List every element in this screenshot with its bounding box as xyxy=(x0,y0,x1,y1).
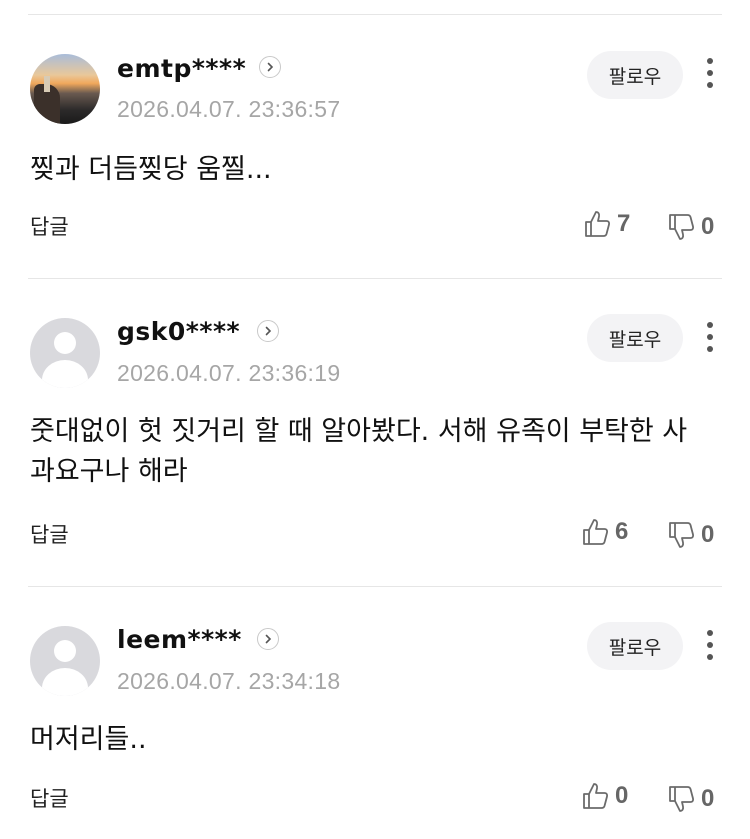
avatar-photo-lighthouse xyxy=(44,76,50,92)
more-vertical-icon[interactable] xyxy=(702,56,718,90)
comment-text: 찢과 더듬찢당 움찔... xyxy=(30,154,272,185)
more-vertical-icon[interactable] xyxy=(702,320,718,354)
like-button[interactable]: 7 xyxy=(583,207,630,241)
avatar[interactable] xyxy=(30,626,100,696)
dislike-count: 0 xyxy=(701,785,715,812)
like-button[interactable]: 6 xyxy=(581,515,628,549)
avatar[interactable] xyxy=(30,54,100,124)
chevron-right-icon[interactable] xyxy=(257,320,279,342)
comment-username[interactable]: gsk0**** xyxy=(117,317,240,346)
comment-timestamp: 2026.04.07. 23:36:19 xyxy=(117,360,341,386)
comment-text: 줏대없이 헛 짓거리 할 때 알아봤다. 서해 유족이 부탁한 사과요구나 해라 xyxy=(30,416,688,487)
follow-button[interactable]: 팔로우 xyxy=(587,51,683,99)
reply-button[interactable]: 답글 xyxy=(30,783,69,813)
more-vertical-icon[interactable] xyxy=(702,628,718,662)
avatar[interactable] xyxy=(30,318,100,388)
thumbs-down-icon xyxy=(669,214,695,240)
chevron-right-icon[interactable] xyxy=(259,56,281,78)
follow-button[interactable]: 팔로우 xyxy=(587,314,683,362)
dislike-count: 0 xyxy=(701,521,715,548)
avatar-default-head xyxy=(54,332,76,354)
comment-username[interactable]: emtp**** xyxy=(117,54,246,83)
thumbs-up-icon xyxy=(583,783,609,809)
like-count: 0 xyxy=(615,782,629,809)
comment-text: 머저리들.. xyxy=(30,724,147,755)
follow-button[interactable]: 팔로우 xyxy=(587,622,683,670)
top-divider xyxy=(28,14,722,15)
dislike-button[interactable]: 0 xyxy=(667,782,714,816)
comment-divider xyxy=(28,586,722,587)
thumbs-down-icon xyxy=(669,786,695,812)
comment-username[interactable]: leem**** xyxy=(117,625,242,654)
reply-button[interactable]: 답글 xyxy=(30,211,69,241)
avatar-default-body xyxy=(42,360,88,388)
comment-timestamp: 2026.04.07. 23:36:57 xyxy=(117,96,341,122)
dislike-button[interactable]: 0 xyxy=(667,210,714,244)
dislike-button[interactable]: 0 xyxy=(667,518,714,552)
like-count: 6 xyxy=(615,518,629,545)
thumbs-up-icon xyxy=(585,211,611,237)
reply-button[interactable]: 답글 xyxy=(30,519,69,549)
comment-timestamp: 2026.04.07. 23:34:18 xyxy=(117,668,341,694)
avatar-default-head xyxy=(54,640,76,662)
thumbs-up-icon xyxy=(583,519,609,545)
like-count: 7 xyxy=(617,210,631,237)
like-button[interactable]: 0 xyxy=(581,779,628,813)
avatar-default-body xyxy=(42,668,88,696)
chevron-right-icon[interactable] xyxy=(257,628,279,650)
comment-divider xyxy=(28,278,722,279)
dislike-count: 0 xyxy=(701,213,715,240)
thumbs-down-icon xyxy=(669,522,695,548)
